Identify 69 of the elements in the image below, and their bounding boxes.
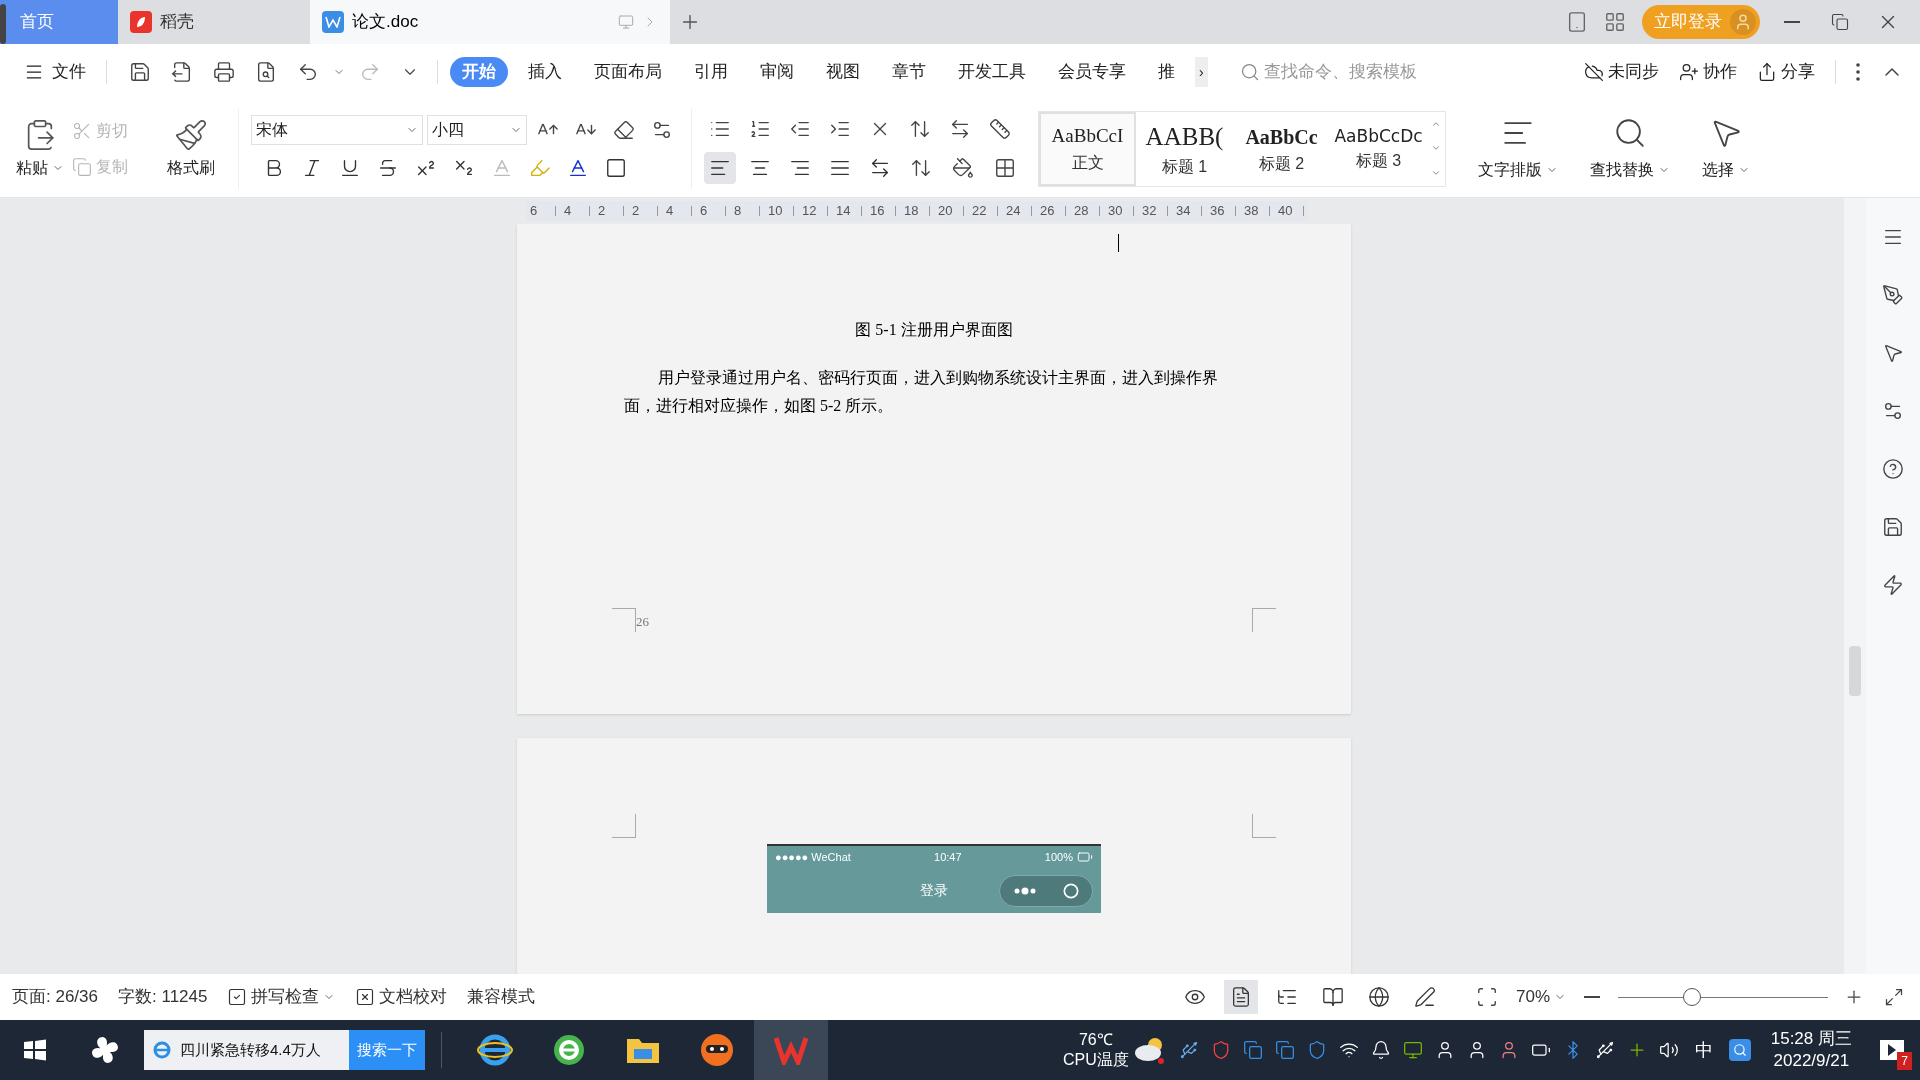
ribbon-tab[interactable]: 视图	[814, 57, 872, 87]
ruler-label: 14	[836, 202, 851, 221]
style-preset[interactable]: AABB( 标题 1	[1136, 111, 1233, 186]
compat-mode-text: 兼容模式	[467, 986, 536, 1009]
ruler-label: 8	[734, 202, 742, 221]
ime-indicator[interactable]: 中	[1690, 1036, 1717, 1064]
clock-text: 10:47	[934, 849, 962, 865]
ruler-label: 24	[1006, 202, 1021, 221]
screen-title: 登录	[920, 881, 948, 900]
battery-text: 100%	[1044, 849, 1073, 865]
cpu-temperature: 76℃	[1078, 1030, 1113, 1050]
ruler-label: 10	[768, 202, 783, 221]
format-painter-button[interactable]: 格式刷	[156, 117, 226, 180]
ruler-label: 6	[700, 202, 708, 221]
ruler-label: 36	[1210, 202, 1225, 221]
ruler-label: 34	[1176, 202, 1191, 221]
notification-badge: 7	[1897, 1052, 1912, 1070]
style-preset[interactable]: AaBbCcDc 标题 3	[1330, 111, 1427, 186]
font-size-dropdown[interactable]: 小四	[427, 114, 527, 145]
ribbon-tab[interactable]: 引用	[682, 57, 740, 87]
clock[interactable]: 15:28 周三 2022/9/21	[1762, 1028, 1860, 1072]
ribbon-tab[interactable]: 插入	[516, 57, 574, 87]
page-count: 页面: 26/36	[12, 986, 98, 1009]
command-search-field[interactable]: 查找命令、搜索模板	[1239, 59, 1480, 85]
body-paragraph: 用户登录通过用户名、密码行页面，进入到购物系统设计主界面，进入到操作界面，进行相对应操作，如图 5-2 所示。	[624, 368, 1219, 416]
carrier-text: ●●●●● WeChat	[775, 849, 851, 865]
ruler-label: 20	[938, 202, 953, 221]
zoom-dropdown[interactable]: 70%	[1515, 984, 1566, 1010]
ruler-label: 26	[1040, 202, 1055, 221]
header-action[interactable]: 未同步	[1584, 59, 1659, 85]
ruler-label: 6	[530, 202, 538, 221]
ribbon-tab[interactable]: 推	[1146, 57, 1187, 87]
ruler-label: 4	[666, 202, 674, 221]
font-name-dropdown[interactable]: 宋体	[251, 114, 423, 145]
ruler-label: 2	[632, 202, 640, 221]
ruler-label: 32	[1142, 202, 1157, 221]
ribbon-tool-button[interactable]: 选择	[1702, 115, 1750, 182]
word-count: 字数: 11245	[118, 986, 208, 1009]
ruler-label: 22	[972, 202, 987, 221]
header-action[interactable]: 分享	[1757, 59, 1815, 85]
ruler-label: 30	[1108, 202, 1123, 221]
more-tabs-button[interactable]: ›	[1195, 57, 1208, 87]
document-tab[interactable]: 论文.doc	[310, 0, 670, 44]
ribbon-tool-button[interactable]: 文字排版	[1478, 115, 1558, 182]
ribbon-tab[interactable]: 章节	[880, 57, 938, 87]
ribbon-tab[interactable]: 会员专享	[1046, 57, 1138, 87]
ribbon-tab[interactable]: 审阅	[748, 57, 806, 87]
page-number: 26	[636, 613, 649, 631]
ruler-label: 38	[1244, 202, 1259, 221]
ruler-label: 2	[598, 202, 606, 221]
ribbon-tab[interactable]: 页面布局	[582, 57, 674, 87]
ribbon-tab[interactable]: 开发工具	[946, 57, 1038, 87]
news-search-field[interactable]: 四川紧急转移4.4万人	[144, 1030, 349, 1070]
ruler-label: 4	[564, 202, 572, 221]
proofread-button[interactable]: 文档校对	[355, 984, 448, 1010]
style-preset[interactable]: AaBbCc 标题 2	[1233, 111, 1330, 186]
ribbon-tool-button[interactable]: 查找替换	[1590, 115, 1670, 182]
paste-button[interactable]: 粘贴	[12, 117, 68, 180]
cpu-temperature-label: CPU温度	[1062, 1050, 1129, 1070]
ruler-label: 28	[1074, 202, 1089, 221]
ruler-label: 40	[1278, 202, 1293, 221]
ruler-label: 12	[802, 202, 817, 221]
header-action[interactable]: 协作	[1679, 59, 1737, 85]
ruler-label: 16	[870, 202, 885, 221]
spell-check-button[interactable]: 拼写检查	[227, 984, 336, 1010]
figure-caption: 图 5-1 注册用户界面图	[855, 320, 1013, 340]
ruler-label: 18	[904, 202, 919, 221]
file-menu[interactable]: 文件	[20, 59, 90, 85]
style-preset[interactable]: AaBbCcI 正文	[1039, 111, 1136, 186]
